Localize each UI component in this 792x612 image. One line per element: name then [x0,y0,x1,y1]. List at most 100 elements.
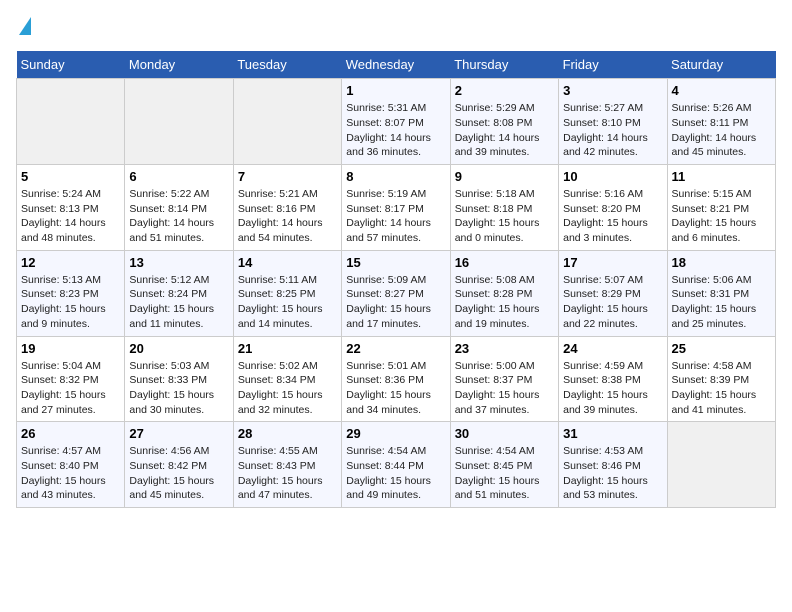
calendar-cell: 16Sunrise: 5:08 AM Sunset: 8:28 PM Dayli… [450,250,558,336]
calendar-header: SundayMondayTuesdayWednesdayThursdayFrid… [17,51,776,79]
calendar-cell [125,79,233,165]
day-header-sunday: Sunday [17,51,125,79]
day-number: 18 [672,255,771,270]
logo-triangle-icon [19,17,31,35]
day-number: 23 [455,341,554,356]
logo [16,16,31,41]
day-header-tuesday: Tuesday [233,51,341,79]
calendar-cell: 15Sunrise: 5:09 AM Sunset: 8:27 PM Dayli… [342,250,450,336]
calendar-cell: 12 Sunrise: 5:13 AM Sunset: 8:23 PM Dayli… [17,250,125,336]
day-number: 25 [672,341,771,356]
cell-content: Sunrise: 5:19 AM Sunset: 8:17 PM Dayligh… [346,187,445,246]
cell-content: Sunrise: 5:24 AM Sunset: 8:13 PM Dayligh… [21,187,120,246]
calendar-cell: 2 Sunrise: 5:29 AM Sunset: 8:08 PM Daylig… [450,79,558,165]
day-number: 19 [21,341,120,356]
calendar-cell: 20Sunrise: 5:03 AM Sunset: 8:33 PM Dayli… [125,336,233,422]
cell-content: Sunrise: 5:29 AM Sunset: 8:08 PM Dayligh… [455,101,554,160]
calendar-cell: 31 Sunrise: 4:53 AM Sunset: 8:46 PM Dayli… [559,422,667,508]
day-number: 8 [346,169,445,184]
day-header-thursday: Thursday [450,51,558,79]
calendar-cell [667,422,775,508]
calendar-cell: 11 Sunrise: 5:15 AM Sunset: 8:21 PM Dayli… [667,165,775,251]
cell-content: Sunrise: 4:53 AM Sunset: 8:46 PM Dayligh… [563,444,662,503]
day-number: 12 [21,255,120,270]
calendar-cell: 13 Sunrise: 5:12 AM Sunset: 8:24 PM Dayli… [125,250,233,336]
calendar-cell: 26Sunrise: 4:57 AM Sunset: 8:40 PM Dayli… [17,422,125,508]
cell-content: Sunrise: 5:06 AM Sunset: 8:31 PM Dayligh… [672,273,771,332]
cell-content: Sunrise: 5:16 AM Sunset: 8:20 PM Dayligh… [563,187,662,246]
day-number: 11 [672,169,771,184]
cell-content: Sunrise: 5:08 AM Sunset: 8:28 PM Dayligh… [455,273,554,332]
cell-content: Sunrise: 5:01 AM Sunset: 8:36 PM Dayligh… [346,359,445,418]
cell-content: Sunrise: 4:54 AM Sunset: 8:45 PM Dayligh… [455,444,554,503]
cell-content: Sunrise: 5:26 AM Sunset: 8:11 PM Dayligh… [672,101,771,160]
cell-content: Sunrise: 5:22 AM Sunset: 8:14 PM Dayligh… [129,187,228,246]
calendar-cell: 3 Sunrise: 5:27 AM Sunset: 8:10 PM Daylig… [559,79,667,165]
day-number: 29 [346,426,445,441]
calendar-cell: 18 Sunrise: 5:06 AM Sunset: 8:31 PM Dayli… [667,250,775,336]
cell-content: Sunrise: 4:58 AM Sunset: 8:39 PM Dayligh… [672,359,771,418]
calendar-cell: 17 Sunrise: 5:07 AM Sunset: 8:29 PM Dayli… [559,250,667,336]
cell-content: Sunrise: 5:13 AM Sunset: 8:23 PM Dayligh… [21,273,120,332]
cell-content: Sunrise: 5:03 AM Sunset: 8:33 PM Dayligh… [129,359,228,418]
cell-content: Sunrise: 5:12 AM Sunset: 8:24 PM Dayligh… [129,273,228,332]
day-number: 31 [563,426,662,441]
cell-content: Sunrise: 5:21 AM Sunset: 8:16 PM Dayligh… [238,187,337,246]
day-number: 2 [455,83,554,98]
cell-content: Sunrise: 5:27 AM Sunset: 8:10 PM Dayligh… [563,101,662,160]
day-number: 4 [672,83,771,98]
day-number: 10 [563,169,662,184]
cell-content: Sunrise: 5:09 AM Sunset: 8:27 PM Dayligh… [346,273,445,332]
cell-content: Sunrise: 4:56 AM Sunset: 8:42 PM Dayligh… [129,444,228,503]
cell-content: Sunrise: 5:00 AM Sunset: 8:37 PM Dayligh… [455,359,554,418]
days-of-week-row: SundayMondayTuesdayWednesdayThursdayFrid… [17,51,776,79]
calendar-cell: 28 Sunrise: 4:55 AM Sunset: 8:43 PM Dayli… [233,422,341,508]
day-number: 28 [238,426,337,441]
day-number: 3 [563,83,662,98]
calendar-cell: 25 Sunrise: 4:58 AM Sunset: 8:39 PM Dayli… [667,336,775,422]
calendar-body: 1Sunrise: 5:31 AM Sunset: 8:07 PM Daylig… [17,79,776,508]
cell-content: Sunrise: 5:18 AM Sunset: 8:18 PM Dayligh… [455,187,554,246]
day-number: 13 [129,255,228,270]
cell-content: Sunrise: 5:07 AM Sunset: 8:29 PM Dayligh… [563,273,662,332]
cell-content: Sunrise: 5:15 AM Sunset: 8:21 PM Dayligh… [672,187,771,246]
week-row-1: 1Sunrise: 5:31 AM Sunset: 8:07 PM Daylig… [17,79,776,165]
cell-content: Sunrise: 5:04 AM Sunset: 8:32 PM Dayligh… [21,359,120,418]
day-number: 14 [238,255,337,270]
day-number: 22 [346,341,445,356]
calendar-cell: 9 Sunrise: 5:18 AM Sunset: 8:18 PM Daylig… [450,165,558,251]
day-number: 7 [238,169,337,184]
day-number: 1 [346,83,445,98]
calendar-cell: 22 Sunrise: 5:01 AM Sunset: 8:36 PM Dayli… [342,336,450,422]
calendar-cell: 10 Sunrise: 5:16 AM Sunset: 8:20 PM Dayli… [559,165,667,251]
day-header-wednesday: Wednesday [342,51,450,79]
day-header-saturday: Saturday [667,51,775,79]
day-number: 30 [455,426,554,441]
cell-content: Sunrise: 4:55 AM Sunset: 8:43 PM Dayligh… [238,444,337,503]
week-row-2: 5 Sunrise: 5:24 AM Sunset: 8:13 PM Daylig… [17,165,776,251]
day-number: 26 [21,426,120,441]
calendar-cell: 6Sunrise: 5:22 AM Sunset: 8:14 PM Daylig… [125,165,233,251]
calendar-cell: 27 Sunrise: 4:56 AM Sunset: 8:42 PM Dayli… [125,422,233,508]
cell-content: Sunrise: 4:59 AM Sunset: 8:38 PM Dayligh… [563,359,662,418]
calendar-cell: 1Sunrise: 5:31 AM Sunset: 8:07 PM Daylig… [342,79,450,165]
calendar-cell: 24 Sunrise: 4:59 AM Sunset: 8:38 PM Dayli… [559,336,667,422]
day-number: 5 [21,169,120,184]
day-header-monday: Monday [125,51,233,79]
calendar-cell: 19 Sunrise: 5:04 AM Sunset: 8:32 PM Dayli… [17,336,125,422]
calendar-cell: 21Sunrise: 5:02 AM Sunset: 8:34 PM Dayli… [233,336,341,422]
calendar-table: SundayMondayTuesdayWednesdayThursdayFrid… [16,51,776,508]
calendar-cell: 29 Sunrise: 4:54 AM Sunset: 8:44 PM Dayli… [342,422,450,508]
week-row-5: 26Sunrise: 4:57 AM Sunset: 8:40 PM Dayli… [17,422,776,508]
day-number: 27 [129,426,228,441]
cell-content: Sunrise: 5:11 AM Sunset: 8:25 PM Dayligh… [238,273,337,332]
cell-content: Sunrise: 4:54 AM Sunset: 8:44 PM Dayligh… [346,444,445,503]
calendar-cell: 5 Sunrise: 5:24 AM Sunset: 8:13 PM Daylig… [17,165,125,251]
day-number: 24 [563,341,662,356]
week-row-4: 19 Sunrise: 5:04 AM Sunset: 8:32 PM Dayli… [17,336,776,422]
cell-content: Sunrise: 5:02 AM Sunset: 8:34 PM Dayligh… [238,359,337,418]
day-number: 9 [455,169,554,184]
page-header [16,16,776,41]
day-number: 17 [563,255,662,270]
calendar-cell: 30 Sunrise: 4:54 AM Sunset: 8:45 PM Dayli… [450,422,558,508]
